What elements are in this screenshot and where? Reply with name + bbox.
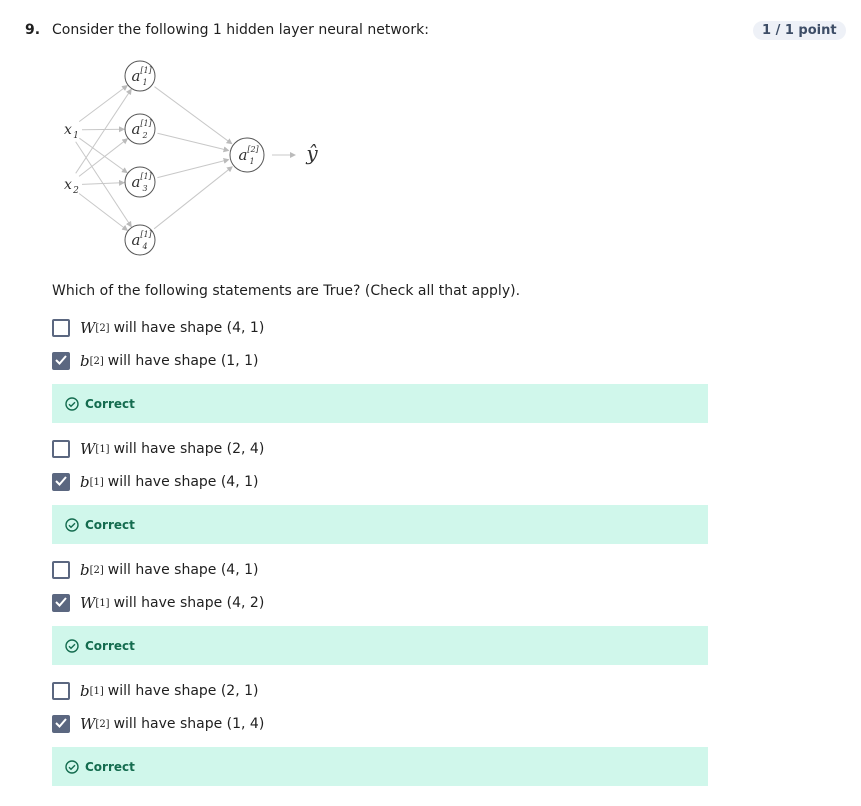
neuron-superscript: [1] [140, 66, 152, 75]
neuron-superscript: [1] [140, 230, 152, 239]
answer-option[interactable]: W [2] will have shape (1, 4) [52, 714, 264, 734]
neuron-label: a [239, 146, 248, 164]
option-variable: W [80, 319, 96, 337]
checkbox[interactable] [52, 561, 70, 579]
feedback-correct: Correct [52, 384, 708, 423]
neural-network-diagram: x 1x 2a 1[1]a 2[1]a 3[1]a 4[1]a 1[2] ŷ [64, 60, 318, 256]
checkbox[interactable] [52, 352, 70, 370]
neuron-label: a [132, 231, 141, 249]
answer-option[interactable]: W [2] will have shape (4, 1) [52, 318, 264, 338]
y-hat-label: ŷ [305, 141, 318, 165]
option-superscript: [1] [89, 685, 104, 697]
check-circle-icon [65, 759, 79, 774]
option-text: will have shape (4, 1) [107, 474, 259, 490]
edge [78, 193, 129, 231]
edge [75, 88, 132, 174]
neuron-label: a [132, 67, 141, 85]
option-superscript: [2] [95, 322, 110, 334]
checkmark-icon [55, 595, 67, 611]
input-subscript: 1 [73, 131, 79, 141]
answer-option[interactable]: b [1] will have shape (2, 1) [52, 681, 259, 701]
score-badge: 1 / 1 point [753, 21, 846, 40]
option-variable: W [80, 715, 96, 733]
option-text: will have shape (2, 1) [107, 683, 259, 699]
edge [157, 132, 230, 153]
neuron-subscript: 4 [141, 242, 147, 251]
answer-option[interactable]: b [2] will have shape (4, 1) [52, 560, 259, 580]
edge [79, 137, 128, 174]
neuron-subscript: 1 [142, 78, 147, 87]
neuron-superscript: [2] [247, 145, 259, 154]
neuron-subscript: 1 [249, 157, 254, 166]
answer-option[interactable]: b [1] will have shape (4, 1) [52, 472, 259, 492]
edge [157, 157, 230, 179]
input-label: x [64, 122, 72, 138]
feedback-label: Correct [85, 759, 135, 774]
option-variable: b [80, 352, 90, 370]
feedback-label: Correct [85, 638, 135, 653]
neuron-subscript: 3 [142, 184, 147, 193]
option-text: will have shape (1, 4) [113, 716, 265, 732]
option-variable: W [80, 440, 96, 458]
edge [153, 166, 233, 230]
neuron-superscript: [1] [140, 119, 152, 128]
option-superscript: [1] [95, 443, 110, 455]
answer-option[interactable]: W [1] will have shape (2, 4) [52, 439, 264, 459]
feedback-label: Correct [85, 517, 135, 532]
checkbox[interactable] [52, 440, 70, 458]
option-text: will have shape (4, 2) [113, 595, 265, 611]
feedback-label: Correct [85, 396, 135, 411]
check-circle-icon [65, 517, 79, 532]
option-variable: b [80, 473, 90, 491]
checkmark-icon [55, 474, 67, 490]
option-superscript: [2] [89, 355, 104, 367]
checkbox[interactable] [52, 473, 70, 491]
option-text: will have shape (2, 4) [113, 441, 265, 457]
input-subscript: 2 [72, 186, 79, 196]
feedback-correct: Correct [52, 747, 708, 786]
check-circle-icon [65, 638, 79, 653]
checkbox[interactable] [52, 715, 70, 733]
checkbox[interactable] [52, 594, 70, 612]
input-label: x [64, 177, 72, 193]
option-text: will have shape (4, 1) [107, 562, 259, 578]
question-prompt: Which of the following statements are Tr… [52, 283, 521, 299]
edge [81, 126, 126, 133]
edge [78, 84, 128, 122]
option-text: will have shape (1, 1) [107, 353, 259, 369]
neuron-label: a [132, 173, 141, 191]
neuron-superscript: [1] [140, 172, 152, 181]
answer-option[interactable]: W [1] will have shape (4, 2) [52, 593, 264, 613]
option-superscript: [1] [89, 476, 104, 488]
checkmark-icon [55, 716, 67, 732]
neuron-subscript: 2 [141, 131, 147, 140]
neuron-label: a [132, 120, 141, 138]
feedback-correct: Correct [52, 626, 708, 665]
checkmark-icon [55, 353, 67, 369]
feedback-correct: Correct [52, 505, 708, 544]
checkbox[interactable] [52, 319, 70, 337]
option-variable: b [80, 682, 90, 700]
option-variable: b [80, 561, 90, 579]
answer-option[interactable]: b [2] will have shape (1, 1) [52, 351, 259, 371]
option-superscript: [2] [89, 564, 104, 576]
option-text: will have shape (4, 1) [113, 320, 265, 336]
checkbox[interactable] [52, 682, 70, 700]
option-superscript: [2] [95, 718, 110, 730]
option-superscript: [1] [95, 597, 110, 609]
check-circle-icon [65, 396, 79, 411]
option-variable: W [80, 594, 96, 612]
